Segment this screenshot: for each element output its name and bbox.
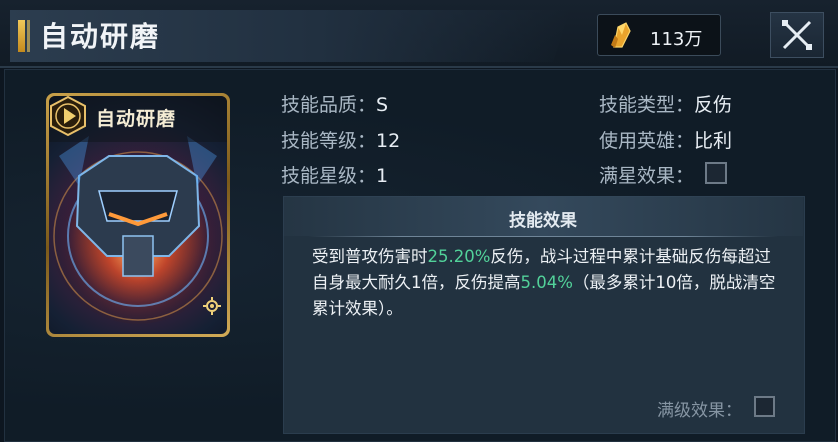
skill-level: 技能等级：12 [281, 126, 400, 153]
skill-level-value: 12 [376, 130, 401, 152]
title-accent-line [27, 20, 30, 52]
skill-effect-title: 技能效果 [509, 211, 577, 231]
skill-star: 技能星级：1 [281, 161, 388, 188]
skill-effect-divider [308, 236, 778, 237]
skill-quality-label: 技能品质： [281, 94, 377, 116]
page-title: 自动研磨 [40, 20, 161, 53]
currency-amount: 113万 [650, 29, 703, 50]
skill-emblem-icon [50, 95, 86, 137]
skill-level-label: 技能等级： [281, 130, 377, 152]
effect-value-1: 25.20% [427, 247, 491, 266]
effect-text-1: 受到普攻伤害时 [312, 247, 428, 266]
gear-icon [203, 297, 221, 315]
full-star-effect: 满星效果： [599, 161, 694, 188]
max-level-checkbox[interactable] [754, 396, 775, 417]
close-button[interactable] [770, 12, 824, 58]
skill-hero-value: 比利 [694, 130, 733, 152]
skill-star-value: 1 [376, 165, 389, 187]
close-icon [782, 20, 812, 50]
skill-card-name: 自动研磨 [96, 108, 177, 130]
skill-effect-description: 受到普攻伤害时25.20%反伤，战斗过程中累计基础反伤每超过自身最大耐久1倍，反… [312, 244, 782, 322]
full-star-checkbox[interactable] [705, 162, 727, 184]
title-accent-bar [18, 20, 25, 52]
skill-type: 技能类型：反伤 [599, 90, 732, 117]
skill-quality: 技能品质：S [281, 90, 388, 117]
effect-value-2: 5.04% [520, 273, 573, 292]
currency-display[interactable]: 113万 [597, 14, 721, 56]
max-level-effect-label: 满级效果： [657, 401, 742, 421]
skill-type-value: 反伤 [694, 94, 733, 116]
full-star-label: 满星效果： [599, 165, 695, 187]
skill-star-label: 技能星级： [281, 165, 377, 187]
skill-quality-value: S [376, 94, 389, 116]
skill-hero: 使用英雄：比利 [599, 126, 732, 153]
crystal-icon [611, 22, 631, 48]
skill-hero-label: 使用英雄： [599, 130, 695, 152]
skill-type-label: 技能类型： [599, 94, 695, 116]
